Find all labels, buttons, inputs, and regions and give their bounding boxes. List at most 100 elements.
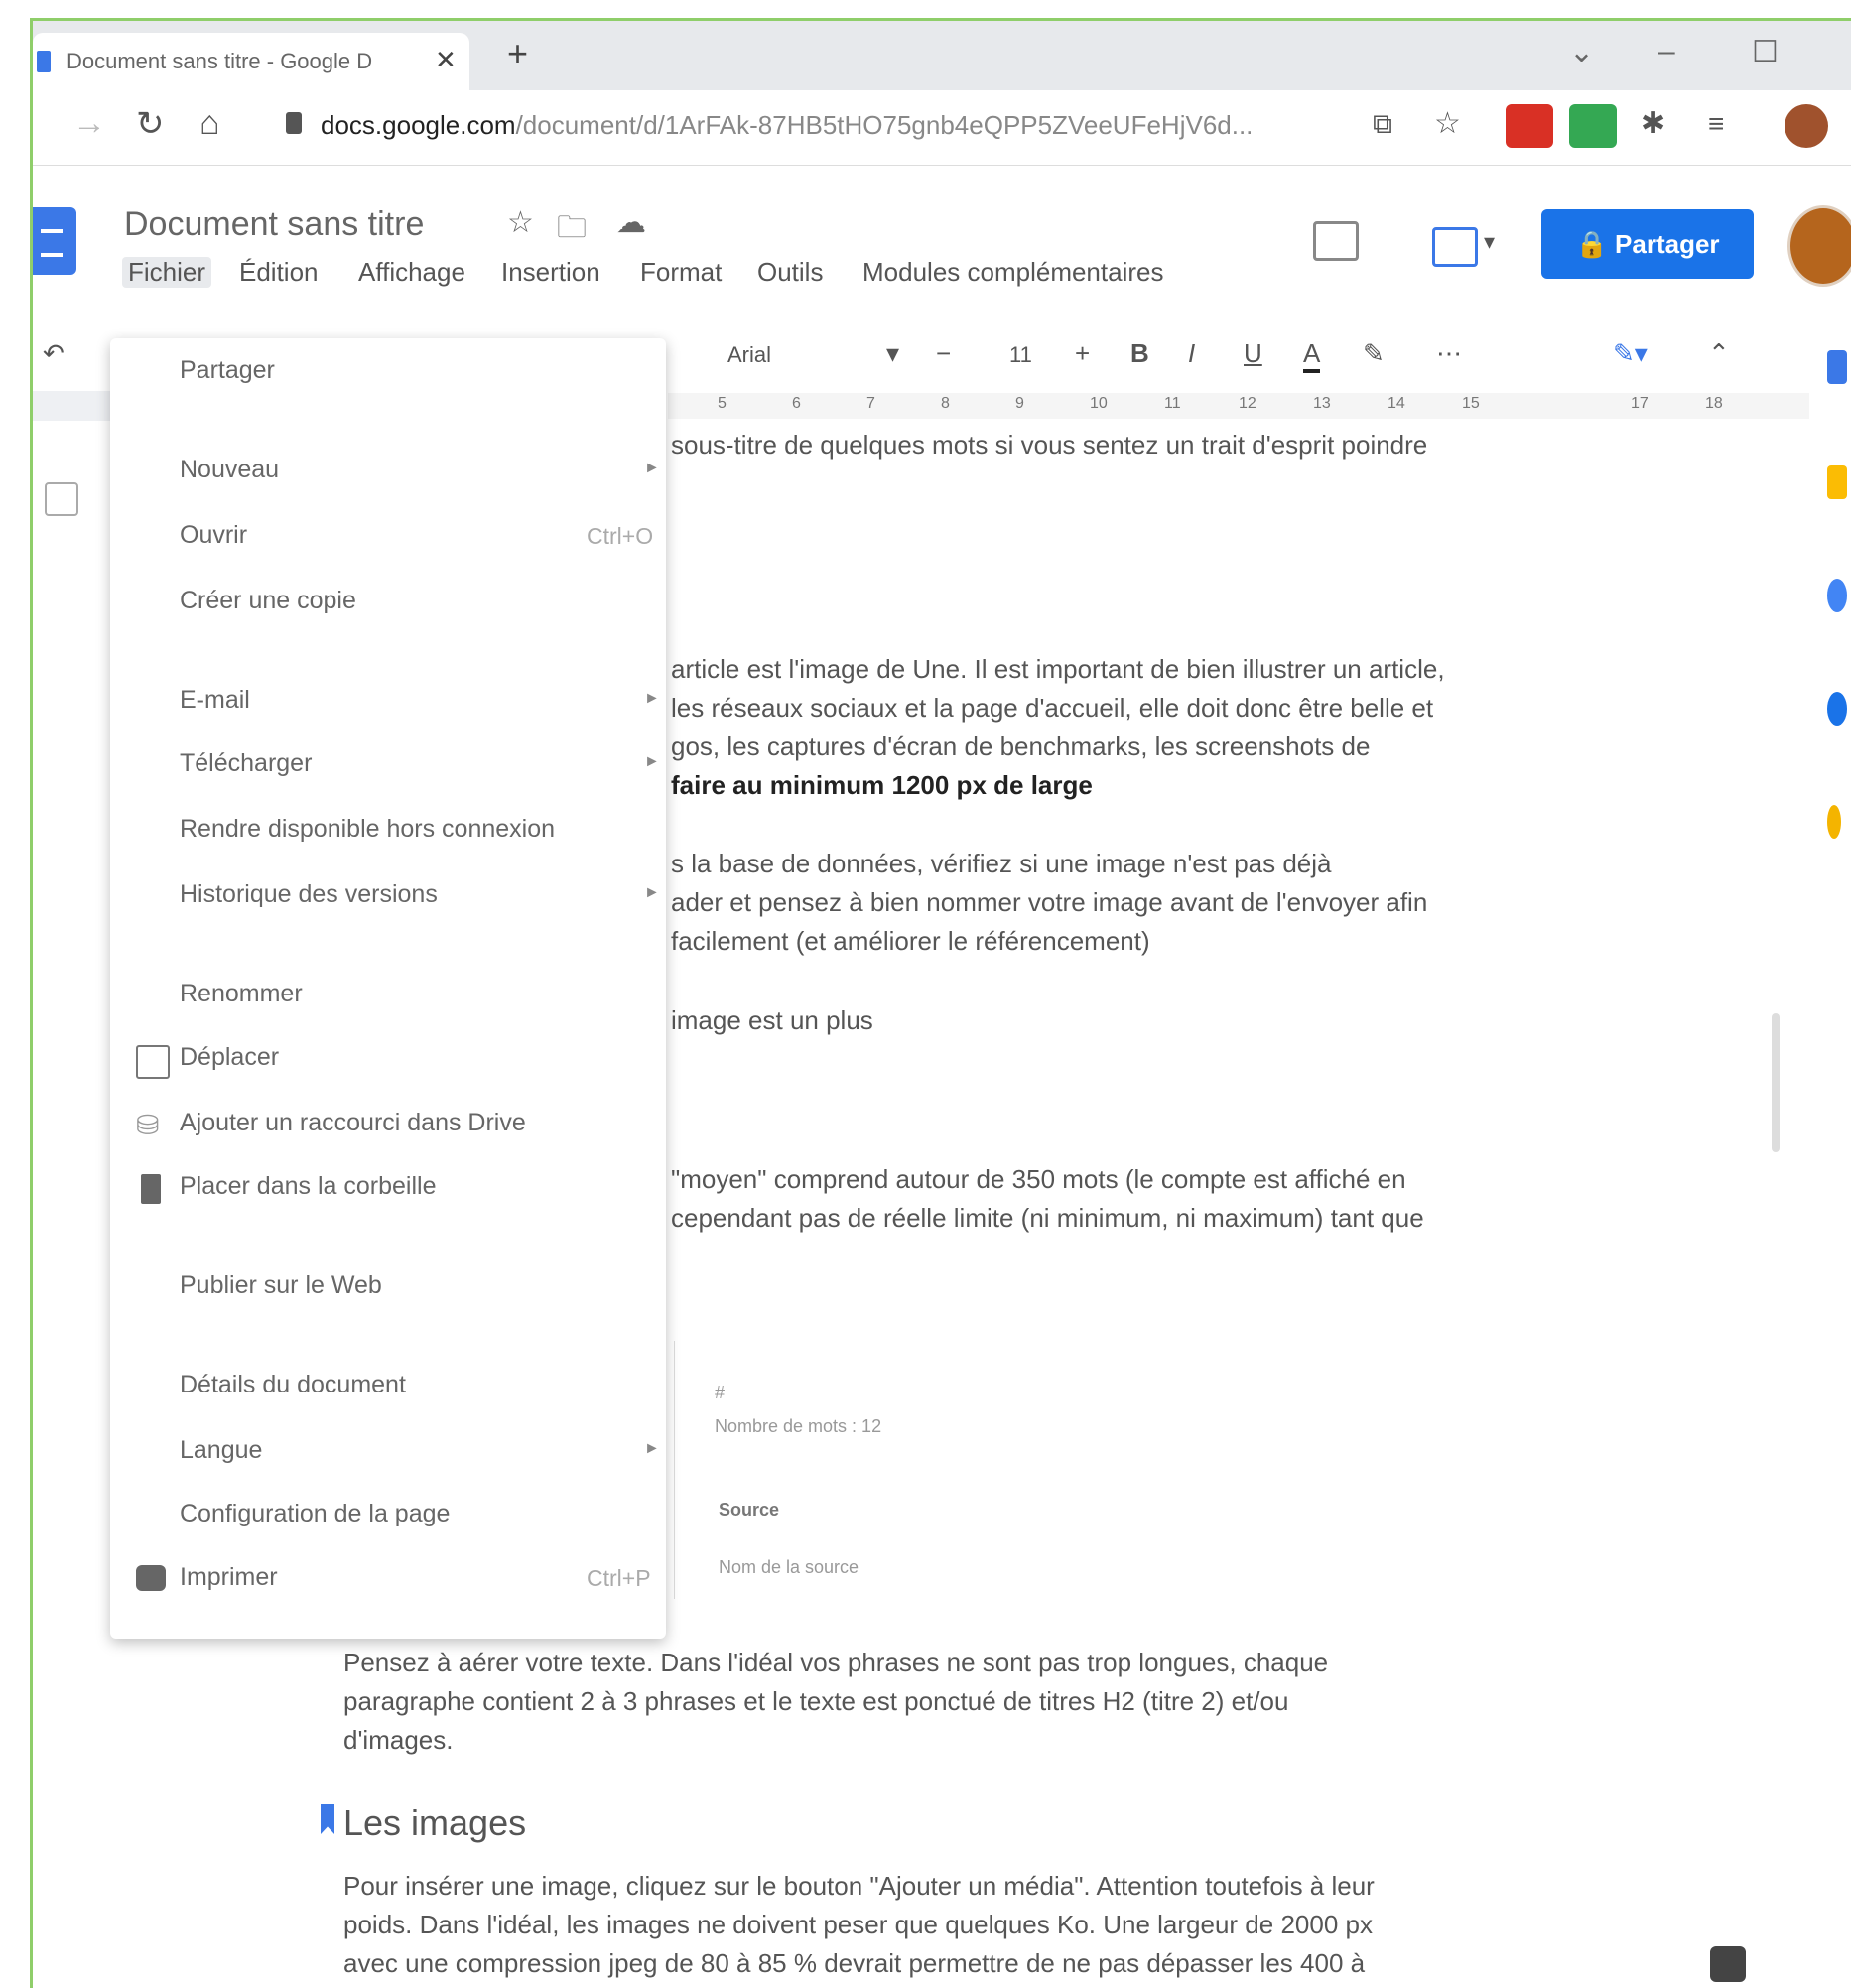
extension-red-icon[interactable] [1506,104,1553,148]
lock-icon[interactable] [286,112,302,134]
keep-side-icon[interactable] [1827,465,1847,499]
shortcut-ouvrir: Ctrl+O [587,523,654,549]
account-avatar[interactable] [1787,205,1851,287]
menu-item-nouveau[interactable]: Nouveau [180,456,279,484]
editing-mode-icon[interactable]: ✎▾ [1613,338,1648,369]
doc-line: facilement (et améliorer le référencemen… [671,926,1150,956]
menu-item-hors-connexion[interactable]: Rendre disponible hors connexion [180,815,555,844]
decrease-size-icon[interactable]: − [936,338,951,369]
trash-icon [141,1174,161,1204]
browser-tab[interactable]: Document sans titre - Google D ✕ [33,33,469,90]
share-button[interactable]: 🔒 Partager [1541,209,1754,279]
paragraph-line: Pour insérer une image, cliquez sur le b… [343,1871,1375,1901]
highlight-icon[interactable]: ✎ [1363,338,1385,369]
scrollbar[interactable] [1772,1013,1780,1152]
font-size-field[interactable]: 11 [1009,342,1032,368]
ruler-tick: 7 [866,395,875,412]
document-outline-icon[interactable] [45,482,78,516]
doc-bold-line: faire au minimum 1200 px de large [671,770,1093,800]
reading-list-icon[interactable]: ≡ [1708,108,1724,140]
install-app-icon[interactable]: ⧉ [1373,108,1392,141]
bookmark-star-icon[interactable]: ☆ [1434,106,1461,141]
menu-item-corbeille[interactable]: Placer dans la corbeille [180,1172,436,1201]
minimize-icon[interactable]: – [1658,35,1675,68]
menu-edition[interactable]: Édition [239,257,319,288]
cloud-status-icon[interactable]: ☁ [616,205,646,240]
menu-item-configuration[interactable]: Configuration de la page [180,1500,450,1528]
maps-side-icon[interactable] [1827,805,1841,839]
comments-icon[interactable] [1313,221,1359,261]
font-caret-icon[interactable]: ▾ [886,338,899,369]
tab-close-icon[interactable]: ✕ [435,45,457,75]
menu-item-raccourci[interactable]: Ajouter un raccourci dans Drive [180,1109,526,1137]
menu-item-renommer[interactable]: Renommer [180,980,303,1008]
menu-format[interactable]: Format [640,257,722,288]
tab-strip: Document sans titre - Google D ✕ + ⌄ – ☐ [33,21,1851,90]
menu-item-email[interactable]: E-mail [180,686,250,715]
heading-les-images: Les images [343,1802,527,1843]
menu-item-publier[interactable]: Publier sur le Web [180,1271,382,1300]
tasks-side-icon[interactable] [1827,579,1847,612]
share-button-label: Partager [1615,229,1720,259]
menu-item-partager[interactable]: Partager [180,356,275,385]
more-icon[interactable]: ⋯ [1436,338,1462,369]
profile-avatar[interactable] [1785,104,1828,148]
ruler-tick: 14 [1388,395,1405,412]
menu-item-details[interactable]: Détails du document [180,1371,406,1399]
ruler-tick: 8 [941,395,950,412]
menu-modules[interactable]: Modules complémentaires [862,257,1163,288]
menu-fichier[interactable]: Fichier [122,257,212,288]
reload-icon[interactable]: ↻ [136,104,165,144]
increase-size-icon[interactable]: + [1075,338,1090,369]
text-color-icon[interactable]: A [1303,338,1321,373]
submenu-arrow-icon: ► [644,460,660,476]
calendar-side-icon[interactable] [1827,350,1847,384]
menu-item-creer-copie[interactable]: Créer une copie [180,587,356,615]
font-select[interactable]: Arial [727,342,771,368]
menu-item-ouvrir[interactable]: Ouvrir [180,521,247,550]
collapse-toolbar-icon[interactable]: ⌃ [1708,338,1730,369]
menu-affichage[interactable]: Affichage [358,257,465,288]
folder-move-icon [136,1045,170,1079]
menu-outils[interactable]: Outils [757,257,823,288]
home-icon[interactable]: ⌂ [199,104,220,143]
docs-logo-icon[interactable] [33,207,76,275]
docs-favicon-icon [37,51,51,72]
tab-search-icon[interactable]: ⌄ [1569,35,1594,69]
document-details-peek: # Nombre de mots : 12 Source Nom de la s… [674,1341,1191,1599]
menu-insertion[interactable]: Insertion [501,257,600,288]
paragraph-line: paragraphe contient 2 à 3 phrases et le … [343,1686,1289,1716]
extension-green-icon[interactable] [1569,104,1617,148]
paragraph-line: d'images. [343,1725,454,1755]
italic-icon[interactable]: I [1188,338,1195,369]
new-tab-button[interactable]: + [507,33,528,74]
tab-title: Document sans titre - Google D [66,49,373,73]
move-folder-icon[interactable]: 🗀 [557,205,587,256]
paragraph-line: Pensez à aérer votre texte. Dans l'idéal… [343,1648,1329,1677]
undo-icon[interactable]: ↶ [43,338,65,369]
present-caret-icon[interactable]: ▾ [1484,229,1495,255]
ruler: 5 6 7 8 9 10 11 12 13 14 15 17 18 [668,393,1809,419]
star-icon[interactable]: ☆ [507,205,534,240]
underline-icon[interactable]: U [1244,338,1262,369]
contacts-side-icon[interactable] [1827,692,1847,726]
forward-icon[interactable]: → [72,104,106,143]
peek-source-label: Source [719,1500,780,1520]
peek-source-value: Nom de la source [719,1557,859,1577]
present-icon[interactable] [1432,227,1478,267]
maximize-icon[interactable]: ☐ [1752,35,1779,69]
extensions-puzzle-icon[interactable]: ✱ [1641,106,1665,141]
url-field[interactable]: docs.google.com/document/d/1ArFAk-87HB5t… [321,110,1353,141]
menu-item-historique[interactable]: Historique des versions [180,880,438,909]
document-title[interactable]: Document sans titre [124,205,424,244]
menu-item-deplacer[interactable]: Déplacer [180,1043,279,1072]
browser-window: Document sans titre - Google D ✕ + ⌄ – ☐… [30,18,1851,1988]
doc-line: ader et pensez à bien nommer votre image… [671,887,1428,917]
menu-item-langue[interactable]: Langue [180,1436,262,1465]
paragraph-line: avec une compression jpeg de 80 à 85 % d… [343,1948,1366,1978]
menu-item-telecharger[interactable]: Télécharger [180,749,312,778]
menu-item-imprimer[interactable]: Imprimer [180,1563,278,1592]
bold-icon[interactable]: B [1130,338,1149,369]
explore-icon[interactable] [1710,1946,1746,1982]
doc-line: les réseaux sociaux et la page d'accueil… [671,693,1434,723]
